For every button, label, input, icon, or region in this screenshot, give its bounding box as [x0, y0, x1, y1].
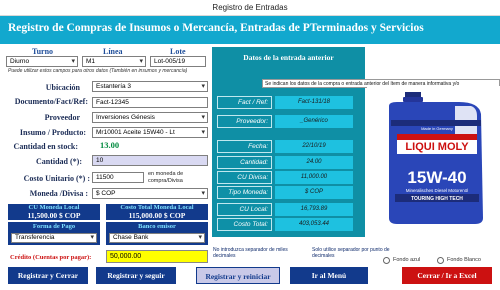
prev-row-value: 24.00 [275, 156, 353, 169]
oil-can-icon: LIQUI MOLY 15W-40 Mineralisches Diesel M… [389, 92, 483, 224]
stock-label: Cantidad en stock: [13, 142, 78, 151]
prev-row-value: Fact-131/18 [275, 96, 353, 109]
fine-print-text: Mineralisches Diesel Motorenöl [406, 188, 469, 193]
prev-row-label: Costo Total: [217, 218, 272, 231]
forma-pago-select[interactable]: Transferencia [11, 233, 97, 243]
forma-pago-label: Forma de Pago [32, 223, 76, 230]
ct-local-value: 115,000.00 $ COP [128, 211, 186, 220]
moneda-label: Moneda /Divisa : [29, 189, 88, 198]
banco-select[interactable]: Chase Bank [109, 233, 205, 243]
prev-row-label: CU Divisa: [217, 171, 272, 184]
radio-fondo-blanco-label: Fondo Blanco [447, 257, 481, 263]
proveedor-select[interactable]: Inversiones Génesis [92, 112, 208, 123]
moneda-select[interactable]: $ COP [92, 188, 208, 199]
window-titlebar: Registro de Entradas [0, 0, 500, 16]
banco-label: Banco emisor [138, 223, 176, 230]
grade-text: 15W-40 [407, 168, 466, 187]
prev-row-value: $ COP [275, 186, 353, 199]
registrar-cerrar-button[interactable]: Registrar y Cerrar [8, 267, 88, 284]
prev-row-label: Proveedor: [217, 115, 272, 128]
cu-local-value: 11,500.00 $ COP [27, 211, 81, 220]
registrar-reiniciar-button[interactable]: Registrar y reiniciar [196, 267, 280, 284]
radio-fondo-azul[interactable] [383, 257, 390, 264]
insumo-label: Insumo / Producto: [19, 128, 86, 137]
prev-row-label: Cantidad: [217, 156, 272, 169]
prev-row-value: 22/10/19 [275, 140, 353, 153]
credito-input[interactable]: 50,000.00 [106, 250, 208, 263]
made-in-text: Made in Germany [421, 126, 453, 131]
cantidad-input[interactable]: 10 [92, 155, 208, 166]
prev-row-label: Fecha: [217, 140, 272, 153]
lote-label: Lote [170, 47, 186, 56]
stock-value: 13.00 [100, 140, 120, 150]
prev-row-value: 16,793.89 [275, 203, 353, 216]
cu-local-box: CU Moneda Local 11,500.00 $ COP [8, 204, 100, 220]
separator-note: No introduzca separador de miles decimal… [213, 247, 288, 259]
tag-text: TOURING HIGH TECH [411, 196, 463, 202]
page-title: Registro de Compras de Insumos o Mercanc… [8, 22, 424, 34]
credito-label: Crédito (Cuentas por pagar): [10, 254, 92, 261]
cu-local-label: CU Moneda Local [28, 204, 80, 211]
top-fields-note: Puede utilizar estos campos para otros d… [8, 68, 188, 74]
radio-fondo-blanco[interactable] [437, 257, 444, 264]
ubicacion-select[interactable]: Estantería 3 [92, 81, 208, 92]
prev-row-value: 403,053.44 [275, 218, 353, 231]
radio-fondo-azul-label: Fondo azul [393, 257, 421, 263]
ir-menu-button[interactable]: Ir al Menú [290, 267, 368, 284]
turno-select[interactable]: Diurno [6, 56, 78, 67]
linea-label: Línea [103, 47, 123, 56]
insumo-select[interactable]: Mr10001 Aceite 15W40 - Lt [92, 127, 208, 138]
documento-label: Documento/Fact/Ref: [14, 97, 88, 106]
prev-row-value: 11,000.00 [275, 171, 353, 184]
product-image: LIQUI MOLY 15W-40 Mineralisches Diesel M… [367, 86, 500, 226]
linea-select[interactable]: M1 [82, 56, 146, 67]
prev-row-label: Tipo Moneda: [217, 186, 272, 199]
window-title: Registro de Entradas [212, 3, 288, 12]
documento-input[interactable]: Fact-12345 [92, 97, 208, 108]
turno-label: Turno [32, 47, 54, 56]
prev-row-label: Fact / Ref: [217, 96, 272, 109]
registrar-seguir-button[interactable]: Registrar y seguir [96, 267, 176, 284]
prev-row-value: _Genérico [275, 115, 353, 128]
proveedor-label: Proveedor [44, 113, 80, 122]
decimal-note: Solo utilice separador por punto de deci… [312, 247, 390, 259]
prev-row-label: CU Local: [217, 203, 272, 216]
costo-note: en moneda de compra/Divisa [148, 171, 184, 184]
lote-input[interactable]: Lot-005/19 [150, 56, 206, 67]
ct-local-label: Costo Total Moneda Local [120, 204, 194, 211]
brand-text: LIQUI MOLY [405, 141, 469, 153]
cantidad-label: Cantidad (*): [35, 157, 82, 166]
ct-local-box: Costo Total Moneda Local 115,000.00 $ CO… [106, 204, 208, 220]
previous-entry-title: Datos de la entrada anterior [243, 53, 334, 62]
ubicacion-label: Ubicación [45, 83, 80, 92]
costo-input[interactable]: 11500 [92, 172, 144, 183]
cerrar-excel-button[interactable]: Cerrar / Ir a Excel [402, 267, 492, 284]
costo-label: Costo Unitario (*) : [23, 174, 90, 183]
